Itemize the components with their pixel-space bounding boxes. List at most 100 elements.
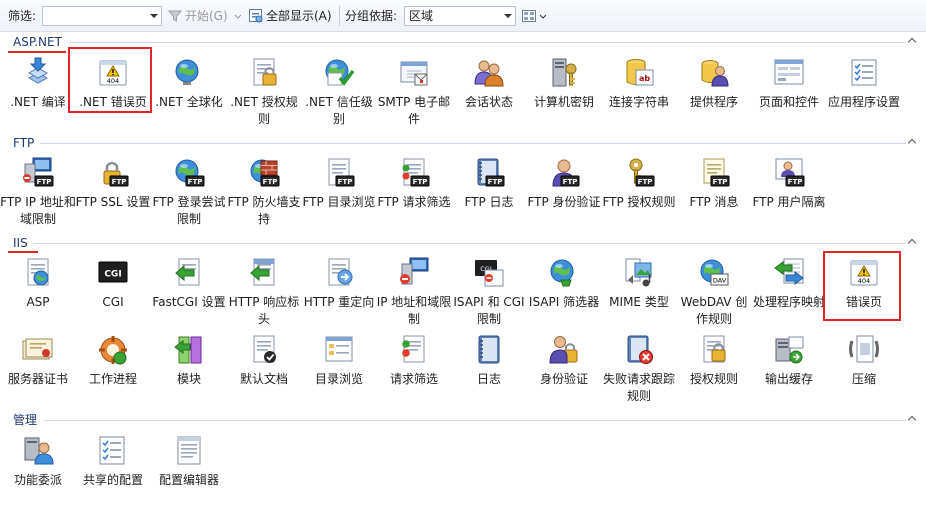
svg-text:ab: ab [639, 74, 650, 83]
start-button[interactable]: 开始(G) [185, 0, 228, 32]
feature-item[interactable]: CGI ISAPI 和 CGI 限制 [451, 256, 527, 328]
filter-combobox[interactable] [42, 6, 162, 26]
feature-item[interactable]: FastCGI 设置 [151, 256, 227, 311]
feature-item[interactable]: .NET 信任级别 [301, 56, 377, 128]
view-icon[interactable] [521, 8, 537, 24]
worker-process-icon [96, 333, 130, 367]
delegation-icon [21, 434, 55, 468]
feature-label: 失败请求跟踪规则 [602, 372, 675, 403]
feature-item[interactable]: 身份验证 [526, 333, 602, 388]
highlight-underline [8, 251, 38, 253]
feature-item[interactable]: SMTP 电子邮件 [376, 56, 452, 128]
feature-item[interactable]: DAV WebDAV 创作规则 [676, 256, 752, 328]
feature-item[interactable]: ISAPI 筛选器 [526, 256, 602, 311]
svg-text:FTP: FTP [112, 178, 127, 186]
collapse-icon[interactable] [908, 237, 918, 247]
ftp-globe-icon: FTP [172, 156, 206, 190]
group-header-ftp[interactable]: FTP [0, 135, 926, 151]
feature-label: 服务器证书 [7, 372, 68, 386]
feature-item[interactable]: ASP [0, 256, 76, 311]
feature-label: 页面和控件 [758, 95, 819, 109]
feature-item[interactable]: 会话状态 [451, 56, 527, 111]
ftp-filter-icon: FTP [397, 156, 431, 190]
feature-item[interactable]: 提供程序 [676, 56, 752, 111]
feature-item[interactable]: .NET 全球化 [151, 56, 227, 111]
feature-label: 处理程序映射 [752, 295, 825, 309]
http-headers-icon [247, 256, 281, 290]
chevron-down-icon[interactable] [538, 8, 548, 24]
group-divider [40, 143, 906, 144]
feature-item[interactable]: 服务器证书 [0, 333, 76, 388]
feature-item[interactable]: FTP FTP 消息 [676, 156, 752, 211]
feature-item[interactable]: IP 地址和域限制 [376, 256, 452, 328]
feature-label: ASP [26, 295, 50, 309]
feature-item[interactable]: 应用程序设置 [826, 56, 902, 111]
show-all-button[interactable]: 全部显示(A) [266, 0, 332, 32]
shared-config-icon [96, 434, 130, 468]
feature-label: HTTP 响应标头 [228, 295, 300, 326]
feature-item[interactable]: 压缩 [826, 333, 902, 388]
feature-label: SMTP 电子邮件 [377, 95, 451, 126]
feature-label: 配置编辑器 [158, 473, 219, 487]
feature-item[interactable]: FTP FTP 身份验证 [526, 156, 602, 211]
feature-item[interactable]: ab 连接字符串 [601, 56, 677, 111]
feature-item[interactable]: 请求筛选 [376, 333, 452, 388]
feature-label: 计算机密钥 [533, 95, 594, 109]
chevron-down-icon[interactable] [504, 14, 512, 18]
feature-item[interactable]: HTTP 响应标头 [226, 256, 302, 328]
feature-item[interactable]: FTP FTP 防火墙支持 [226, 156, 302, 228]
feature-label: 提供程序 [689, 95, 738, 109]
feature-item[interactable]: 处理程序映射 [751, 256, 827, 311]
webdav-icon: DAV [697, 256, 731, 290]
feature-item[interactable]: FTP FTP 目录浏览 [301, 156, 377, 211]
ftp-browse-icon: FTP [322, 156, 356, 190]
feature-item[interactable]: FTP FTP 授权规则 [601, 156, 677, 211]
feature-item[interactable]: 日志 [451, 333, 527, 388]
feature-item[interactable]: 默认文档 [226, 333, 302, 388]
group-by-combobox[interactable]: 区域 [404, 6, 516, 26]
feature-item[interactable]: FTP FTP 用户隔离 [751, 156, 827, 211]
feature-item[interactable]: 配置编辑器 [151, 434, 227, 489]
feature-label: FTP 请求筛选 [377, 195, 451, 209]
modules-icon [172, 333, 206, 367]
group-divider [70, 42, 906, 43]
group-header-iis[interactable]: IIS [0, 235, 926, 251]
feature-item[interactable]: FTP FTP IP 地址和域限制 [0, 156, 76, 228]
feature-item[interactable]: .NET 授权规则 [226, 56, 302, 128]
feature-item[interactable]: FTP FTP 登录尝试限制 [151, 156, 227, 228]
feature-item[interactable]: 功能委派 [0, 434, 76, 489]
feature-label: ISAPI 和 CGI 限制 [453, 295, 525, 326]
feature-label: 输出缓存 [764, 372, 813, 386]
feature-item[interactable]: 共享的配置 [75, 434, 151, 489]
feature-item[interactable]: FTP FTP 日志 [451, 156, 527, 211]
feature-label: .NET 授权规则 [230, 95, 298, 126]
feature-label: 共享的配置 [82, 473, 143, 487]
feature-item[interactable]: 输出缓存 [751, 333, 827, 388]
feature-item[interactable]: 页面和控件 [751, 56, 827, 111]
group-header-management[interactable]: 管理 [0, 412, 926, 428]
chevron-down-icon[interactable] [150, 14, 158, 18]
feature-item[interactable]: 目录浏览 [301, 333, 377, 388]
compression-icon [847, 333, 881, 367]
users-icon [472, 56, 506, 90]
feature-item[interactable]: MIME 类型 [601, 256, 677, 311]
feature-label: 压缩 [851, 372, 876, 386]
collapse-icon[interactable] [908, 137, 918, 147]
feature-item[interactable]: .NET 编译 [0, 56, 76, 111]
feature-item[interactable]: 工作进程 [75, 333, 151, 388]
feature-item[interactable]: 模块 [151, 333, 227, 388]
log-icon [472, 333, 506, 367]
feature-item[interactable]: FTP FTP 请求筛选 [376, 156, 452, 211]
feature-item[interactable]: 计算机密钥 [526, 56, 602, 111]
feature-item[interactable]: HTTP 重定向 [301, 256, 377, 311]
collapse-icon[interactable] [908, 36, 918, 46]
feature-item[interactable]: 失败请求跟踪规则 [601, 333, 677, 405]
feature-item[interactable]: CGI CGI [75, 256, 151, 311]
feature-item[interactable]: FTP FTP SSL 设置 [75, 156, 151, 211]
mime-icon [622, 256, 656, 290]
feature-item[interactable]: 授权规则 [676, 333, 752, 388]
isapi-cgi-icon: CGI [472, 256, 506, 290]
collapse-icon[interactable] [908, 414, 918, 424]
feature-label: CGI [102, 295, 124, 309]
chevron-down-icon[interactable] [233, 8, 243, 24]
